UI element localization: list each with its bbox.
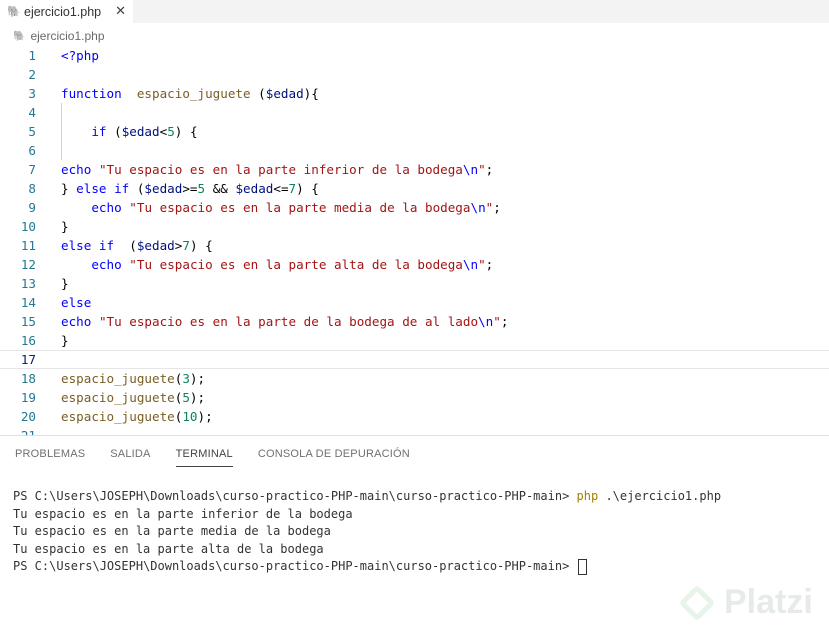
code-line[interactable]: 16} xyxy=(0,331,829,350)
code-text: } xyxy=(61,219,69,234)
line-number: 13 xyxy=(20,276,36,291)
code-text: function espacio_juguete ($edad){ xyxy=(61,86,319,101)
panel-tab-consola-de-depuraci-n[interactable]: CONSOLA DE DEPURACIÓN xyxy=(258,436,410,470)
panel-tab-problemas[interactable]: PROBLEMAS xyxy=(15,436,85,470)
terminal-cursor xyxy=(577,558,587,575)
editor-tab-bar: 🐘 ejercicio1.php ✕ xyxy=(0,0,829,23)
code-text: espacio_juguete(10); xyxy=(61,409,213,424)
code-line[interactable]: 3 function espacio_juguete ($edad){ xyxy=(0,84,829,103)
code-line[interactable]: 12 echo "Tu espacio es en la parte alta … xyxy=(0,255,829,274)
breadcrumb-file[interactable]: ejercicio1.php xyxy=(30,29,104,43)
close-icon[interactable]: ✕ xyxy=(115,4,126,19)
line-number: 20 xyxy=(20,409,36,424)
code-line[interactable]: 9 echo "Tu espacio es en la parte media … xyxy=(0,198,829,217)
code-text: else if ($edad>7) { xyxy=(61,238,213,253)
tab-label: ejercicio1.php xyxy=(24,4,102,19)
code-line[interactable]: 6 xyxy=(0,141,829,160)
terminal-line: Tu espacio es en la parte alta de la bod… xyxy=(13,541,324,556)
breadcrumb[interactable]: 🐘 ejercicio1.php xyxy=(13,28,105,44)
line-number: 3 xyxy=(28,86,36,101)
code-line[interactable]: 4 xyxy=(0,103,829,122)
terminal-line: Tu espacio es en la parte media de la bo… xyxy=(13,524,331,538)
terminal-line: PS C:\Users\JOSEPH\Downloads\curso-pract… xyxy=(13,489,722,503)
code-line[interactable]: 17 xyxy=(0,350,829,369)
php-elephant-icon: 🐘 xyxy=(7,5,21,18)
code-line[interactable]: 7 echo "Tu espacio es en la parte inferio… xyxy=(0,160,829,179)
platzi-watermark: Platzi xyxy=(678,583,813,622)
code-line[interactable]: 5 if ($edad<5) { xyxy=(0,122,829,141)
panel-tab-salida[interactable]: SALIDA xyxy=(110,436,150,470)
code-text: espacio_juguete(5); xyxy=(61,390,206,405)
line-number: 19 xyxy=(20,390,36,405)
code-line[interactable]: 11 else if ($edad>7) { xyxy=(0,236,829,255)
code-line[interactable]: 19 espacio_juguete(5); xyxy=(0,388,829,407)
line-number: 10 xyxy=(20,219,36,234)
line-number: 2 xyxy=(28,67,36,82)
terminal-output[interactable]: PS C:\Users\JOSEPH\Downloads\curso-pract… xyxy=(13,488,721,576)
line-number: 14 xyxy=(20,295,36,310)
line-number: 1 xyxy=(28,48,36,63)
code-line[interactable]: 10} xyxy=(0,217,829,236)
code-line[interactable]: 21 xyxy=(0,426,829,435)
line-number: 15 xyxy=(20,314,36,329)
code-line[interactable]: 14 else xyxy=(0,293,829,312)
terminal-prompt[interactable]: PS C:\Users\JOSEPH\Downloads\curso-pract… xyxy=(13,558,721,576)
code-text: else xyxy=(61,295,92,310)
php-elephant-icon: 🐘 xyxy=(13,30,26,42)
line-number: 16 xyxy=(20,333,36,348)
code-text: echo "Tu espacio es en la parte inferior… xyxy=(61,162,494,177)
panel-tab-terminal[interactable]: TERMINAL xyxy=(175,436,233,467)
code-text: } xyxy=(61,333,69,348)
code-line[interactable]: 8 } else if ($edad>=5 && $edad<=7) { xyxy=(0,179,829,198)
code-line[interactable]: 13} xyxy=(0,274,829,293)
code-text: echo "Tu espacio es en la parte alta de … xyxy=(91,257,494,272)
watermark-text: Platzi xyxy=(724,583,813,621)
code-text: echo "Tu espacio es en la parte media de… xyxy=(91,200,501,215)
code-text: } else if ($edad>=5 && $edad<=7) { xyxy=(61,181,319,196)
code-line[interactable]: 20 espacio_juguete(10); xyxy=(0,407,829,426)
line-number: 11 xyxy=(20,238,36,253)
code-text: <?php xyxy=(61,48,99,63)
panel-tabs: PROBLEMAS SALIDA TERMINAL CONSOLA DE DEPURA… xyxy=(0,436,420,470)
line-number: 17 xyxy=(20,352,36,367)
code-line[interactable]: 2 xyxy=(0,65,829,84)
line-number: 9 xyxy=(28,200,36,215)
indent-guide xyxy=(61,103,62,160)
line-number: 12 xyxy=(20,257,36,272)
tab-ejercicio1[interactable]: 🐘 ejercicio1.php ✕ xyxy=(0,0,133,23)
line-number: 4 xyxy=(28,105,36,120)
code-line[interactable]: 18 espacio_juguete(3); xyxy=(0,369,829,388)
code-text: espacio_juguete(3); xyxy=(61,371,206,386)
line-number: 21 xyxy=(0,426,36,435)
code-editor[interactable]: 1 <?php 2 3 function espacio_juguete ($edad)… xyxy=(0,45,829,435)
line-number: 8 xyxy=(28,181,36,196)
terminal-line: Tu espacio es en la parte inferior de la… xyxy=(13,506,353,521)
code-text: if ($edad<5) { xyxy=(91,124,198,139)
code-text: echo "Tu espacio es en la parte de la bo… xyxy=(61,314,509,329)
line-number: 18 xyxy=(20,371,36,386)
code-line[interactable]: 15 echo "Tu espacio es en la parte de la … xyxy=(0,312,829,331)
line-number: 5 xyxy=(28,124,36,139)
platzi-logo-icon xyxy=(678,584,716,621)
line-number: 7 xyxy=(28,162,36,177)
code-line[interactable]: 1 <?php xyxy=(0,46,829,65)
code-text: } xyxy=(61,276,69,291)
line-number: 6 xyxy=(28,143,36,158)
